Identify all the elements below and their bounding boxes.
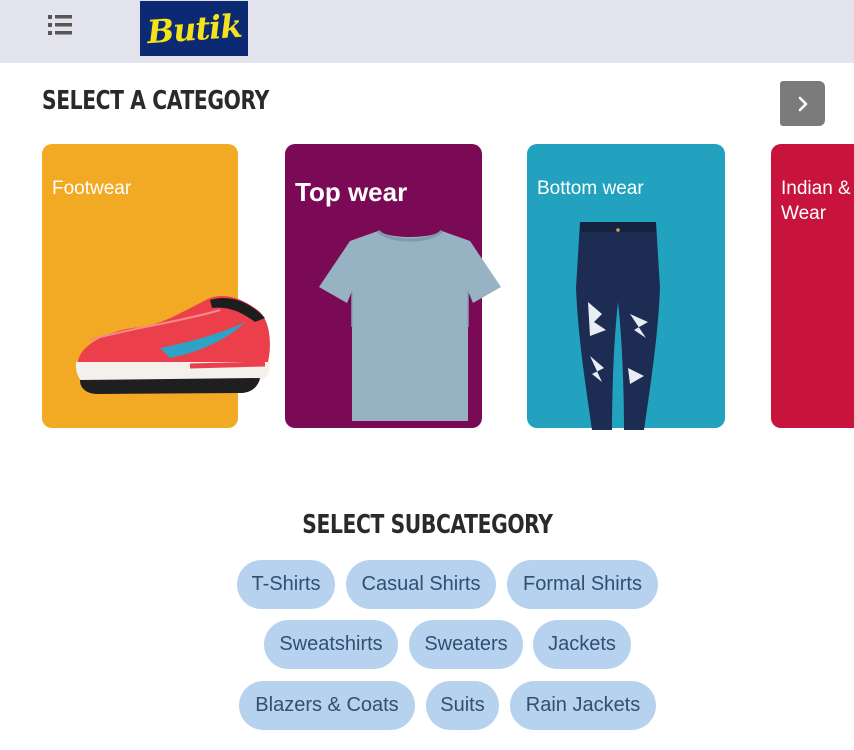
subcategory-chip-sweatshirts[interactable]: Sweatshirts xyxy=(264,620,398,669)
chevron-right-icon xyxy=(798,96,807,111)
subcategory-chip-casual-shirts[interactable]: Casual Shirts xyxy=(346,560,496,609)
category-card-label: Indian & Wear xyxy=(781,178,851,224)
category-card-label: Footwear xyxy=(52,178,132,199)
subcategory-chip-t-shirts[interactable]: T-Shirts xyxy=(237,560,335,609)
category-card-indian-wear[interactable]: Indian & Wear xyxy=(771,144,854,428)
category-card-label: Bottom wear xyxy=(537,178,644,199)
subcategory-chip-blazers-coats[interactable]: Blazers & Coats xyxy=(239,681,415,730)
subcategory-chip-suits[interactable]: Suits xyxy=(426,681,499,730)
menu-button[interactable] xyxy=(44,10,78,40)
top-bar: Butik xyxy=(0,0,854,63)
subcategory-title: SELECT SUBCATEGORY xyxy=(301,510,553,540)
category-title: SELECT A CATEGORY xyxy=(42,86,269,116)
jeans-image xyxy=(576,222,660,430)
list-icon xyxy=(48,15,72,35)
category-card-label: Top wear xyxy=(295,177,408,207)
tshirt-image xyxy=(319,229,501,421)
logo-text: Butik xyxy=(145,6,243,51)
subcategory-chip-jackets[interactable]: Jackets xyxy=(533,620,631,669)
butik-logo[interactable]: Butik xyxy=(140,1,248,56)
subcategory-chip-formal-shirts[interactable]: Formal Shirts xyxy=(507,560,658,609)
sneaker-image xyxy=(75,295,271,394)
subcategory-chip-sweaters[interactable]: Sweaters xyxy=(409,620,523,669)
subcategory-chip-rain-jackets[interactable]: Rain Jackets xyxy=(510,681,656,730)
next-category-button[interactable] xyxy=(780,81,825,126)
